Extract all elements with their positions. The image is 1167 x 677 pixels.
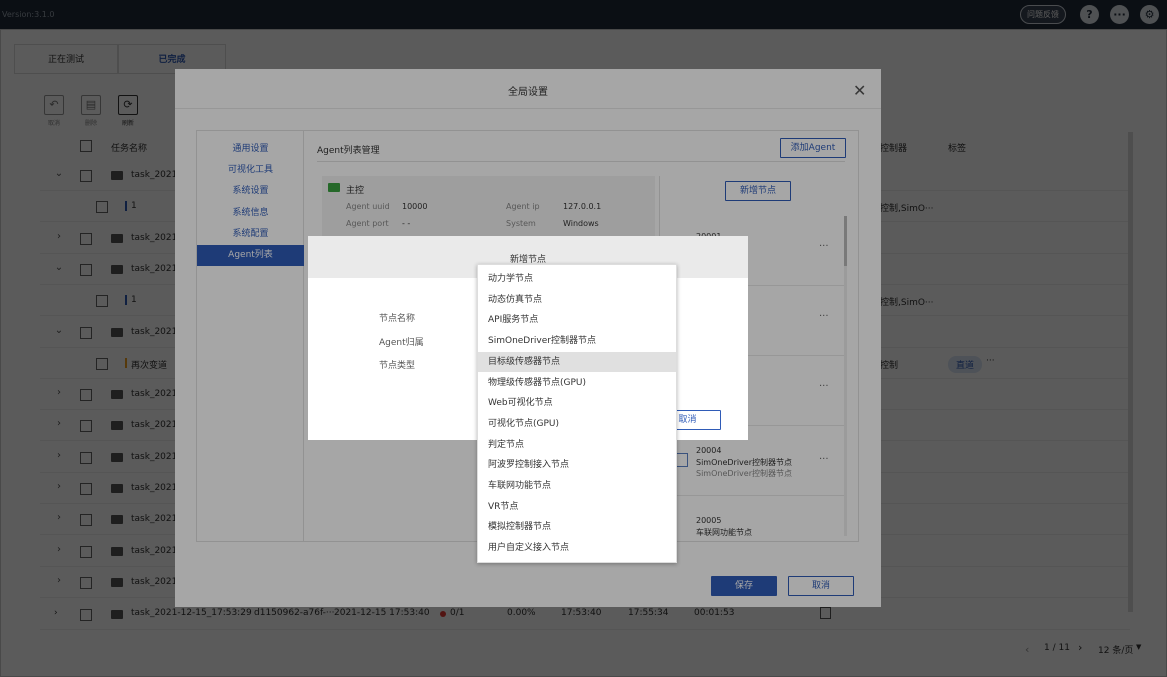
menu-item-node-type[interactable]: SimOneDriver控制器节点 (478, 331, 676, 351)
menu-item-node-type[interactable]: 动力学节点 (478, 269, 676, 289)
menu-item-node-type[interactable]: API服务节点 (478, 310, 676, 330)
menu-item-node-type[interactable]: 用户自定义接入节点 (478, 538, 676, 558)
agent-owner-label: Agent归属 (379, 338, 424, 348)
menu-item-node-type[interactable]: 车联网功能节点 (478, 476, 676, 496)
menu-item-node-type[interactable]: 物理级传感器节点(GPU) (478, 373, 676, 393)
menu-item-node-type[interactable]: 模拟控制器节点 (478, 517, 676, 537)
node-type-dropdown: 动力学节点 动态仿真节点 API服务节点 SimOneDriver控制器节点 目标级传感… (477, 264, 677, 563)
node-name-label: 节点名称 (379, 314, 416, 324)
menu-item-node-type[interactable]: 目标级传感器节点 (478, 351, 676, 372)
menu-item-node-type[interactable]: Web可视化节点 (478, 393, 676, 413)
menu-item-node-type[interactable]: 判定节点 (478, 435, 676, 455)
menu-item-node-type[interactable]: VR节点 (478, 497, 676, 517)
menu-item-node-type[interactable]: 阿波罗控制接入节点 (478, 455, 676, 475)
menu-item-node-type[interactable]: 可视化节点(GPU) (478, 414, 676, 434)
node-type-label: 节点类型 (379, 361, 416, 371)
menu-item-node-type[interactable]: 动态仿真节点 (478, 290, 676, 310)
